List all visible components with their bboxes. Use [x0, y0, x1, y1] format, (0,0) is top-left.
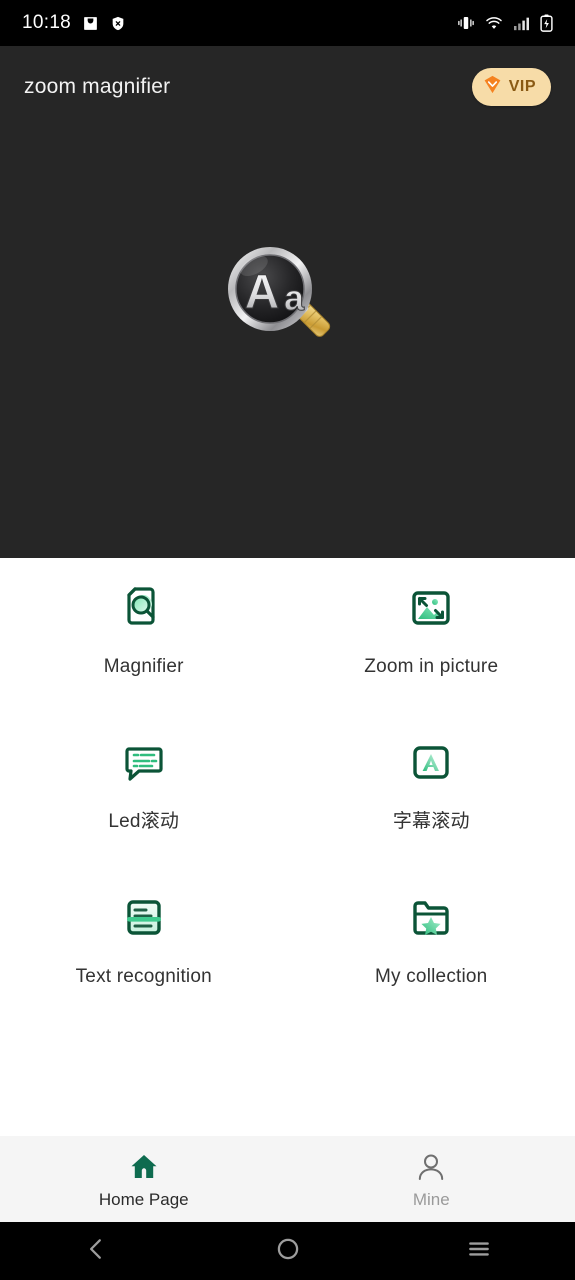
document-magnifier-icon	[117, 581, 171, 635]
hero-curved-edge	[0, 512, 575, 558]
bottom-nav-label: Mine	[412, 1190, 450, 1209]
picture-zoom-icon	[404, 581, 458, 635]
folder-star-icon	[404, 891, 458, 945]
feature-magnifier[interactable]: Magnifier	[0, 566, 288, 721]
feature-grid: Magnifier Zoom in picture Led滚动 字幕滚动 Tex…	[0, 566, 575, 1031]
battery-charging-icon	[540, 14, 553, 32]
system-navigation-bar	[0, 1222, 575, 1280]
feature-label: Led滚动	[108, 811, 180, 832]
speech-bubble-text-icon	[117, 736, 171, 790]
feature-label: 字幕滚动	[392, 811, 470, 832]
feature-my-collection[interactable]: My collection	[288, 876, 575, 1031]
home-icon	[127, 1150, 161, 1184]
feature-zoom-in-picture[interactable]: Zoom in picture	[288, 566, 575, 721]
feature-label: Zoom in picture	[364, 656, 499, 677]
circle-icon	[275, 1236, 301, 1267]
text-scan-icon	[117, 891, 171, 945]
vip-diamond-icon	[482, 74, 503, 100]
bottom-nav-label: Home Page	[98, 1190, 189, 1209]
feature-led-scroll[interactable]: Led滚动	[0, 721, 288, 876]
hamburger-icon	[466, 1236, 492, 1267]
page-title: zoom magnifier	[24, 75, 171, 98]
magnifier-aa-icon: A a	[227, 247, 330, 337]
app-screen: 10:18 zoom magnifier VIP A a Magnifier Z…	[0, 0, 575, 1280]
feature-label: Magnifier	[103, 656, 184, 677]
status-bar: 10:18	[0, 0, 575, 46]
inbox-icon	[82, 15, 99, 32]
status-bar-left: 10:18	[22, 12, 126, 34]
status-bar-right	[457, 14, 553, 32]
hero-magnifier-art: A a	[0, 242, 575, 362]
cellular-signal-icon	[513, 16, 530, 31]
feature-label: Text recognition	[75, 966, 212, 987]
feature-text-recognition[interactable]: Text recognition	[0, 876, 288, 1031]
app-bar: zoom magnifier VIP	[0, 46, 575, 128]
system-back-button[interactable]	[0, 1236, 192, 1267]
bottom-nav-item-home[interactable]: Home Page	[0, 1136, 288, 1222]
system-recents-button[interactable]	[383, 1236, 575, 1267]
vip-button[interactable]: VIP	[471, 68, 551, 106]
vibrate-icon	[457, 15, 475, 31]
shield-icon	[110, 15, 126, 32]
svg-text:a: a	[283, 277, 304, 318]
person-icon	[414, 1150, 448, 1184]
chevron-left-icon	[83, 1236, 109, 1267]
bottom-nav-item-mine[interactable]: Mine	[288, 1136, 575, 1222]
feature-label: My collection	[375, 966, 488, 987]
bottom-navigation: Home Page Mine	[0, 1136, 575, 1222]
wifi-icon	[485, 16, 503, 31]
letter-a-box-icon	[404, 736, 458, 790]
status-bar-clock: 10:18	[22, 12, 72, 33]
hero-section: zoom magnifier VIP A a	[0, 46, 575, 558]
vip-label: VIP	[508, 78, 536, 95]
system-home-button[interactable]	[192, 1236, 384, 1267]
feature-subtitle-scroll[interactable]: 字幕滚动	[288, 721, 575, 876]
